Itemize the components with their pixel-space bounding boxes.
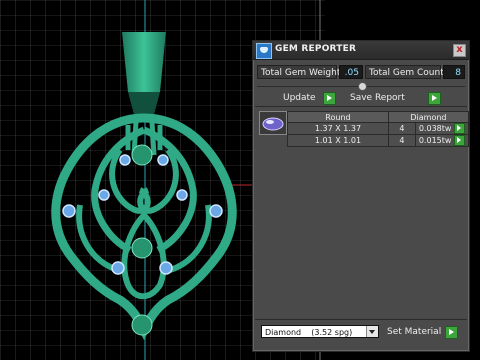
total-gem-weight-value: .05 xyxy=(339,65,363,79)
update-control[interactable]: Update xyxy=(283,91,316,105)
gem-report-table: Round Diamond 1.37 X 1.37 4 0.038tw 1.01… xyxy=(287,111,470,147)
save-report-button[interactable] xyxy=(428,92,441,105)
total-gem-weight-label: Total Gem Weight xyxy=(257,65,340,79)
save-report-label: Save Report xyxy=(350,93,405,103)
divider xyxy=(255,319,467,320)
gem-stone xyxy=(157,154,169,166)
total-gem-count-label: Total Gem Count xyxy=(365,65,444,79)
gem-stone xyxy=(62,204,76,218)
gem-stone xyxy=(159,261,173,275)
panel-titlebar[interactable]: GEM REPORTER x xyxy=(253,41,469,60)
material-dropdown[interactable]: Diamond (3.52 spg) xyxy=(261,325,379,338)
gem-size-cell: 1.37 X 1.37 xyxy=(287,122,389,135)
table-row[interactable]: 1.01 X 1.01 4 0.015tw xyxy=(287,134,470,147)
pendant-bail xyxy=(122,32,166,92)
gem-weight-text: 0.015tw xyxy=(418,136,452,145)
close-button[interactable]: x xyxy=(453,44,466,57)
table-row[interactable]: 1.37 X 1.37 4 0.038tw xyxy=(287,122,470,135)
gem-count-cell: 4 xyxy=(387,122,416,135)
gem-reporter-panel: GEM REPORTER x Total Gem Weight .05 Tota… xyxy=(252,40,470,352)
table-header-row: Round Diamond xyxy=(287,111,470,123)
column-header-shape: Round xyxy=(287,111,389,123)
gem-stone xyxy=(111,261,125,275)
chevron-down-icon[interactable] xyxy=(366,326,378,337)
gem-stone xyxy=(209,204,223,218)
select-row-button[interactable] xyxy=(453,123,465,134)
set-material-button[interactable] xyxy=(445,326,458,339)
splitter-handle[interactable] xyxy=(358,82,367,91)
gem-size-cell: 1.01 X 1.01 xyxy=(287,134,389,147)
gem-setting-middle xyxy=(131,237,153,259)
update-label: Update xyxy=(283,93,316,103)
panel-title: GEM REPORTER xyxy=(275,44,357,54)
gem-reporter-app-icon xyxy=(256,43,272,59)
gem-weight-cell: 0.015tw xyxy=(414,134,470,147)
save-report-control[interactable]: Save Report xyxy=(350,91,405,105)
divider xyxy=(255,106,467,107)
material-selected-value: Diamond (3.52 spg) xyxy=(265,328,353,337)
select-row-button[interactable] xyxy=(453,135,465,146)
gem-weight-text: 0.038tw xyxy=(418,124,452,133)
gem-weight-cell: 0.038tw xyxy=(414,122,470,135)
gem-count-cell: 4 xyxy=(387,134,416,147)
round-gem-thumbnail[interactable] xyxy=(259,111,287,135)
total-gem-count-value: 8 xyxy=(443,65,465,79)
column-header-material: Diamond xyxy=(387,111,470,123)
update-button[interactable] xyxy=(323,92,336,105)
set-material-control[interactable]: Set Material xyxy=(387,325,441,339)
gem-stone xyxy=(119,154,131,166)
gem-stone xyxy=(176,189,188,201)
gem-setting-top xyxy=(131,144,153,166)
gem-stone xyxy=(98,189,110,201)
round-gem-icon xyxy=(262,117,284,131)
gem-setting-bottom xyxy=(131,314,153,336)
set-material-label: Set Material xyxy=(387,327,442,337)
